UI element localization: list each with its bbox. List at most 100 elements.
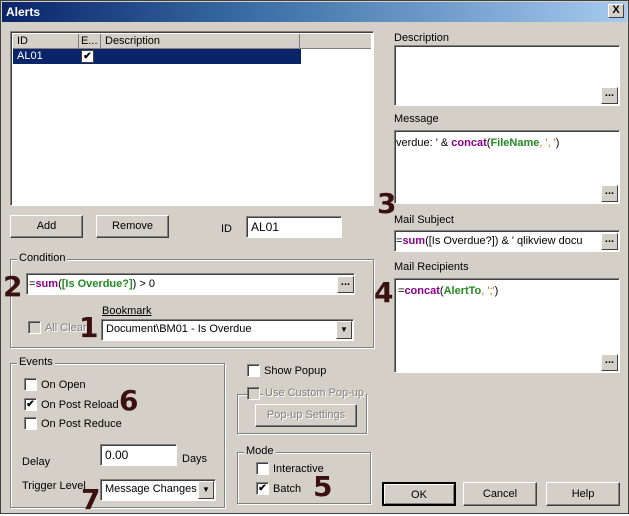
alerts-dialog: Alerts X ID E... Description AL01 ✔ Add … (0, 0, 629, 514)
ellipsis-icon: ... (604, 185, 615, 197)
column-header-filler (300, 34, 371, 49)
list-row-al01[interactable]: AL01 ✔ (13, 49, 301, 64)
message-function: concat (451, 137, 487, 149)
mail-recipients-expression: =concat(AlertTo, ';') (398, 285, 598, 297)
annotation-4: 4 (374, 276, 394, 309)
mail-subject-label: Mail Subject (394, 214, 454, 226)
bookmark-dropdown[interactable]: Document\BM01 - Is Overdue (101, 319, 354, 341)
trigger-level-label: Trigger Level (22, 480, 86, 492)
use-custom-popup-label: Use Custom Pop-up (263, 387, 367, 399)
check-icon: ✔ (258, 483, 267, 494)
column-header-id-label: ID (17, 35, 28, 47)
mail-recipients-ellipsis-button[interactable]: ... (601, 354, 618, 371)
ellipsis-icon: ... (340, 276, 351, 288)
events-group-label: Events (17, 356, 55, 368)
title-bar: Alerts (2, 2, 627, 22)
condition-expression: =sum([Is Overdue?]) > 0 (29, 278, 333, 290)
close-button[interactable]: X (608, 4, 624, 18)
bookmark-label: Bookmark (102, 305, 152, 317)
on-open-checkbox[interactable] (24, 378, 37, 391)
trigger-level-dropdown-arrow[interactable]: ▼ (198, 481, 214, 499)
column-header-description-label: Description (105, 35, 161, 47)
subject-function: sum (402, 235, 426, 247)
remove-button[interactable]: Remove (96, 215, 169, 238)
description-label: Description (394, 32, 450, 44)
subject-part-3: ([Is Overdue?]) & ' qlikview docu (425, 235, 583, 247)
alerts-list[interactable]: ID E... Description AL01 ✔ (10, 31, 374, 206)
expr-rest: ) > 0 (132, 278, 155, 290)
batch-label: Batch (273, 483, 302, 495)
ok-button[interactable]: OK (382, 482, 456, 506)
all-clear-checkbox (28, 321, 41, 334)
message-expression: verdue: ' & concat(FileName, ', ') (396, 137, 600, 149)
recipients-string: , ';' (481, 285, 495, 297)
message-part-6: ) (555, 137, 560, 149)
column-header-description[interactable]: Description (101, 34, 300, 49)
days-label: Days (182, 453, 208, 465)
help-button[interactable]: Help (546, 482, 620, 506)
on-post-reload-label: On Post Reload (41, 399, 119, 411)
mail-subject-expression: =sum([Is Overdue?]) & ' qlikview docu (396, 235, 602, 247)
description-ellipsis-button[interactable]: ... (601, 87, 618, 104)
message-part-1: verdue: ' & (396, 137, 452, 149)
on-post-reduce-checkbox[interactable] (24, 417, 37, 430)
remove-button-label: Remove (112, 220, 153, 232)
delay-field[interactable]: 0.00 (100, 444, 177, 466)
chevron-down-icon: ▼ (202, 485, 210, 494)
use-custom-popup-checkbox (247, 387, 260, 400)
cancel-button[interactable]: Cancel (463, 482, 537, 506)
on-open-label: On Open (41, 379, 86, 391)
column-header-id[interactable]: ID (13, 34, 79, 49)
ellipsis-icon: ... (604, 233, 615, 245)
condition-group-label: Condition (17, 252, 68, 264)
trigger-level-value: Message Changes (105, 483, 197, 495)
delay-value: 0.00 (105, 448, 129, 462)
popup-settings-button: Pop-up Settings (255, 404, 357, 427)
column-header-enabled[interactable]: E... (79, 34, 101, 49)
column-header-enabled-label: E... (81, 35, 98, 47)
mode-group (237, 452, 371, 504)
message-ellipsis-button[interactable]: ... (601, 185, 618, 202)
recipients-part-6: ) (494, 285, 499, 297)
recipients-function: concat (404, 285, 440, 297)
delay-label: Delay (22, 456, 51, 468)
annotation-3: 3 (377, 187, 397, 220)
check-icon: ✔ (26, 399, 35, 410)
mode-group-label: Mode (244, 445, 276, 457)
interactive-checkbox[interactable] (256, 462, 269, 475)
chevron-down-icon: ▼ (340, 325, 348, 334)
add-button[interactable]: Add (10, 215, 83, 238)
popup-settings-label: Pop-up Settings (266, 409, 346, 421)
annotation-1: 1 (79, 311, 99, 344)
annotation-2: 2 (3, 270, 23, 303)
bookmark-dropdown-arrow[interactable]: ▼ (336, 321, 352, 339)
expr-function: sum (35, 278, 59, 290)
bookmark-value: Document\BM01 - Is Overdue (106, 323, 252, 335)
add-button-label: Add (36, 220, 57, 232)
id-label: ID (221, 223, 232, 235)
recipients-field-name: AlertTo (443, 285, 482, 297)
mail-recipients-label: Mail Recipients (394, 261, 469, 273)
ok-button-label: OK (411, 489, 427, 501)
message-string: , ', ' (539, 137, 556, 149)
ellipsis-icon: ... (604, 354, 615, 366)
on-post-reduce-label: On Post Reduce (41, 418, 122, 430)
annotation-5: 5 (313, 470, 333, 503)
condition-ellipsis-button[interactable]: ... (337, 276, 354, 293)
on-post-reload-checkbox[interactable]: ✔ (24, 398, 37, 411)
annotation-6: 6 (119, 384, 139, 417)
description-field[interactable] (394, 45, 620, 106)
window-title: Alerts (6, 5, 41, 19)
row-enabled-checkbox[interactable]: ✔ (81, 50, 94, 63)
help-button-label: Help (571, 488, 595, 500)
check-icon: ✔ (83, 51, 92, 62)
batch-checkbox[interactable]: ✔ (256, 482, 269, 495)
message-field-name: FileName (490, 137, 540, 149)
mail-subject-ellipsis-button[interactable]: ... (601, 233, 618, 250)
show-popup-checkbox[interactable] (247, 364, 260, 377)
ellipsis-icon: ... (604, 87, 615, 99)
row-id: AL01 (17, 50, 43, 62)
message-label: Message (394, 113, 439, 125)
id-field[interactable]: AL01 (246, 216, 342, 238)
annotation-7: 7 (81, 483, 101, 516)
